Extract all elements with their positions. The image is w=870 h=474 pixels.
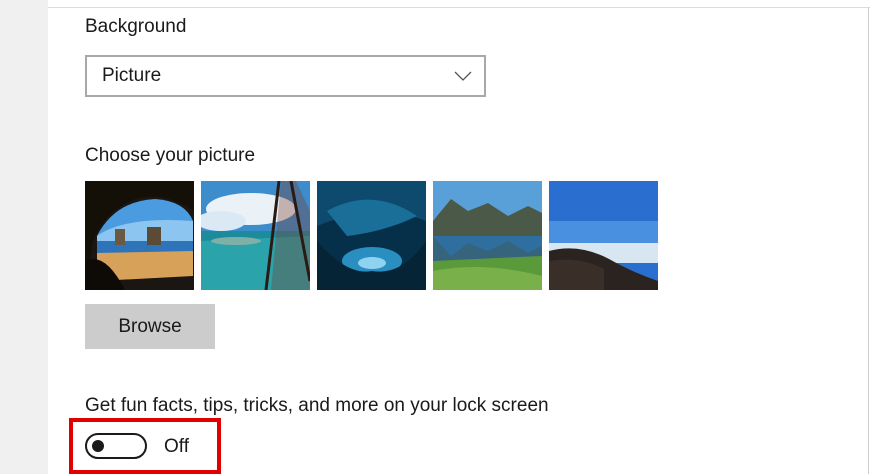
fun-facts-toggle[interactable] [85,433,147,459]
sidebar-strip [0,0,48,474]
cave-beach-image [85,181,194,290]
thumbnail-mountain-lake[interactable] [433,181,542,290]
ice-cave-image [317,181,426,290]
right-divider [868,7,869,474]
hilltop-sky-image [549,181,658,290]
background-label: Background [85,16,187,37]
thumbnail-ocean-cliffs[interactable] [201,181,310,290]
mountain-lake-image [433,181,542,290]
browse-button[interactable]: Browse [85,304,215,349]
thumbnail-hilltop-sky[interactable] [549,181,658,290]
chevron-down-icon [454,71,472,81]
choose-picture-label: Choose your picture [85,145,256,166]
lock-screen-settings: Background Picture Choose your picture B… [0,0,870,474]
fun-facts-label: Get fun facts, tips, tricks, and more on… [85,395,549,416]
dropdown-value: Picture [102,65,162,86]
ocean-cliffs-image [201,181,310,290]
top-divider [48,7,870,8]
thumbnail-cave-beach[interactable] [85,181,194,290]
background-dropdown[interactable]: Picture [85,55,486,97]
thumbnail-ice-cave[interactable] [317,181,426,290]
toggle-state-label: Off [164,436,189,457]
toggle-knob [92,440,104,452]
